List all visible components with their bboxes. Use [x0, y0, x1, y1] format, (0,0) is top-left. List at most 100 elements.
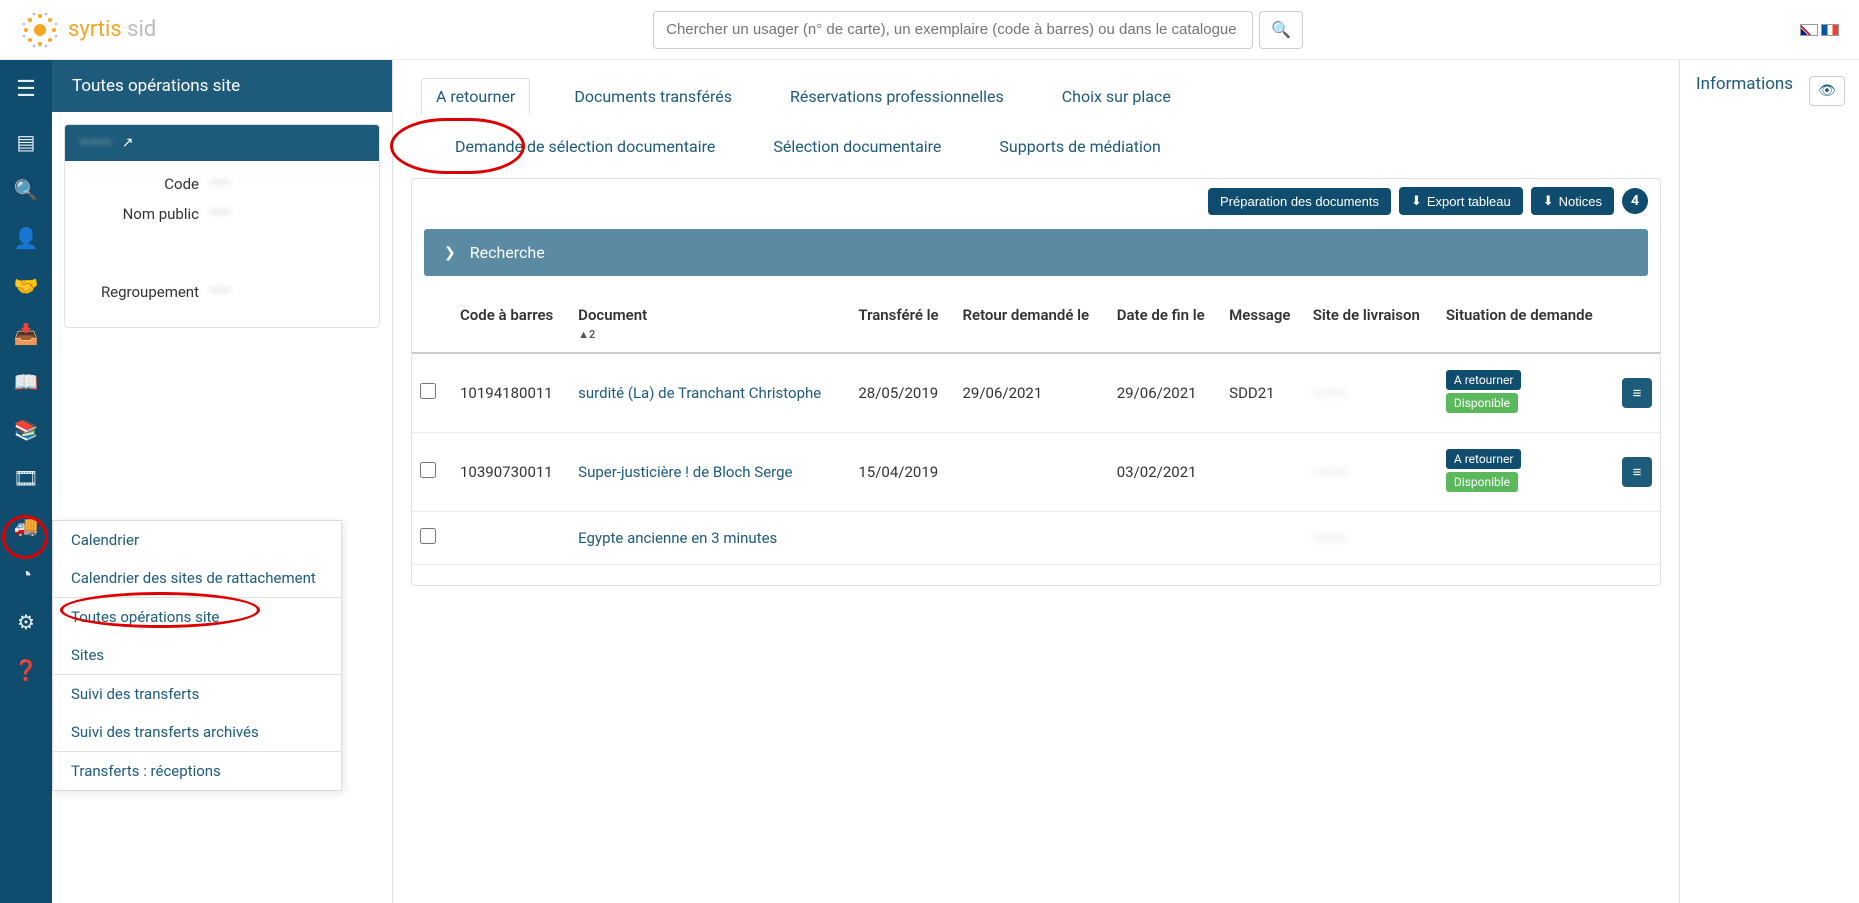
- name-label: Nom public: [79, 205, 209, 223]
- th-document[interactable]: Document▲2: [570, 296, 850, 353]
- status-tag: A retourner: [1446, 449, 1522, 469]
- flyout-menu: Calendrier Calendrier des sites de ratta…: [52, 520, 342, 791]
- th-transferred[interactable]: Transféré le: [850, 296, 954, 353]
- cell-message: [1221, 512, 1305, 565]
- prep-button[interactable]: Préparation des documents: [1208, 188, 1391, 215]
- tab-supports[interactable]: Supports de médiation: [985, 129, 1174, 164]
- flyout-calendrier[interactable]: Calendrier: [53, 521, 341, 559]
- site-card-header: ——— ↗: [65, 125, 379, 161]
- group-value: ——: [209, 283, 231, 301]
- row-checkbox[interactable]: [420, 528, 436, 544]
- library-icon[interactable]: 📚: [12, 416, 40, 444]
- notices-button[interactable]: ⬇Notices: [1531, 187, 1614, 215]
- cell-end-date: [1109, 512, 1221, 565]
- tab-choix-place[interactable]: Choix sur place: [1048, 79, 1185, 114]
- sort-indicator: ▲2: [578, 328, 595, 341]
- download-icon: ⬇: [1411, 193, 1422, 209]
- th-barcode[interactable]: Code à barres: [452, 296, 570, 353]
- document-icon[interactable]: ▤: [12, 128, 40, 156]
- truck-icon[interactable]: 🚚: [12, 512, 40, 540]
- cell-document[interactable]: Egypte ancienne en 3 minutes: [570, 512, 850, 565]
- logo[interactable]: syrtis sid: [20, 10, 156, 50]
- share-icon[interactable]: ↗: [122, 135, 134, 151]
- search-icon[interactable]: 🔍: [12, 176, 40, 204]
- cell-delivery: ———: [1305, 353, 1438, 433]
- status-tag: Disponible: [1446, 472, 1518, 492]
- book-icon[interactable]: 📖: [12, 368, 40, 396]
- cell-status: [1438, 512, 1614, 565]
- main-content: A retourner Documents transférés Réserva…: [392, 60, 1679, 903]
- cell-message: SDD21: [1221, 353, 1305, 433]
- logo-icon: [20, 10, 60, 50]
- chevron-right-icon: ❯: [444, 245, 456, 261]
- code-label: Code: [79, 175, 209, 193]
- tab-a-retourner[interactable]: A retourner: [421, 78, 530, 115]
- handshake-icon[interactable]: 🤝: [12, 272, 40, 300]
- th-delivery[interactable]: Site de livraison: [1305, 296, 1438, 353]
- status-tag: A retourner: [1446, 370, 1522, 390]
- cell-status: A retourner Disponible: [1438, 433, 1614, 512]
- sidebar-title: Toutes opérations site: [52, 60, 392, 112]
- site-name: ———: [79, 135, 112, 151]
- site-card: ——— ↗ Code—— Nom public—— Regroupement——: [64, 124, 380, 328]
- cell-end-date: 03/02/2021: [1109, 433, 1221, 512]
- help-icon[interactable]: ❓: [12, 656, 40, 684]
- cell-document[interactable]: surdité (La) de Tranchant Christophe: [570, 353, 850, 433]
- flyout-calendrier-sites[interactable]: Calendrier des sites de rattachement: [53, 559, 341, 597]
- cell-return-req: [954, 512, 1108, 565]
- row-action-button[interactable]: ≡: [1622, 457, 1652, 487]
- search-button[interactable]: 🔍: [1259, 11, 1303, 49]
- tab-demande-selection[interactable]: Demande de sélection documentaire: [441, 129, 729, 164]
- tab-selection-doc[interactable]: Sélection documentaire: [759, 129, 955, 164]
- chart-icon[interactable]: ◔: [12, 560, 40, 588]
- row-action-button[interactable]: ≡: [1622, 378, 1652, 408]
- eye-toggle-button[interactable]: 👁: [1809, 76, 1845, 106]
- search-panel[interactable]: ❯ Recherche: [424, 229, 1648, 276]
- cell-end-date: 29/06/2021: [1109, 353, 1221, 433]
- eye-icon: 👁: [1818, 83, 1836, 99]
- th-end-date[interactable]: Date de fin le: [1109, 296, 1221, 353]
- flyout-suivi-archives[interactable]: Suivi des transferts archivés: [53, 713, 341, 751]
- cell-delivery: ———: [1305, 433, 1438, 512]
- flyout-receptions[interactable]: Transferts : réceptions: [53, 752, 341, 790]
- code-value: ——: [209, 175, 231, 193]
- row-checkbox[interactable]: [420, 462, 436, 478]
- th-message[interactable]: Message: [1221, 296, 1305, 353]
- count-badge: 4: [1622, 188, 1648, 214]
- top-header: syrtis sid 🔍: [0, 0, 1859, 60]
- download-icon: ⬇: [1543, 193, 1554, 209]
- tab-documents-transferes[interactable]: Documents transférés: [560, 79, 746, 114]
- flag-uk[interactable]: [1800, 24, 1818, 36]
- cell-transferred: [850, 512, 954, 565]
- right-panel: Informations: [1679, 60, 1859, 903]
- flag-fr[interactable]: [1821, 24, 1839, 36]
- tab-reservations[interactable]: Réservations professionnelles: [776, 79, 1018, 114]
- language-flags: [1800, 24, 1839, 36]
- action-bar: Préparation des documents ⬇Export tablea…: [412, 179, 1660, 223]
- inbox-icon[interactable]: 📥: [12, 320, 40, 348]
- flyout-suivi-transferts[interactable]: Suivi des transferts: [53, 675, 341, 713]
- hamburger-icon[interactable]: ☰: [12, 75, 40, 103]
- flyout-sites[interactable]: Sites: [53, 636, 341, 674]
- status-tag: Disponible: [1446, 393, 1518, 413]
- cell-document[interactable]: Super-justicière ! de Bloch Serge: [570, 433, 850, 512]
- results-table: Code à barres Document▲2 Transféré le Re…: [412, 296, 1660, 565]
- flyout-toutes-operations[interactable]: Toutes opérations site: [53, 598, 341, 636]
- cell-delivery: ———: [1305, 512, 1438, 565]
- table-row: 10390730011 Super-justicière ! de Bloch …: [412, 433, 1660, 512]
- row-checkbox[interactable]: [420, 383, 436, 399]
- gear-icon[interactable]: ⚙: [12, 608, 40, 636]
- th-status[interactable]: Situation de demande: [1438, 296, 1614, 353]
- top-search: 🔍: [156, 11, 1800, 49]
- th-return-req[interactable]: Retour demandé le: [954, 296, 1108, 353]
- cell-transferred: 15/04/2019: [850, 433, 954, 512]
- cell-barcode: 10390730011: [452, 433, 570, 512]
- cell-barcode: [452, 512, 570, 565]
- global-search-input[interactable]: [653, 11, 1253, 49]
- export-button[interactable]: ⬇Export tableau: [1399, 187, 1523, 215]
- group-label: Regroupement: [79, 283, 209, 301]
- user-icon[interactable]: 👤: [12, 224, 40, 252]
- cell-barcode: 10194180011: [452, 353, 570, 433]
- cell-return-req: [954, 433, 1108, 512]
- film-icon[interactable]: 🎞: [12, 464, 40, 492]
